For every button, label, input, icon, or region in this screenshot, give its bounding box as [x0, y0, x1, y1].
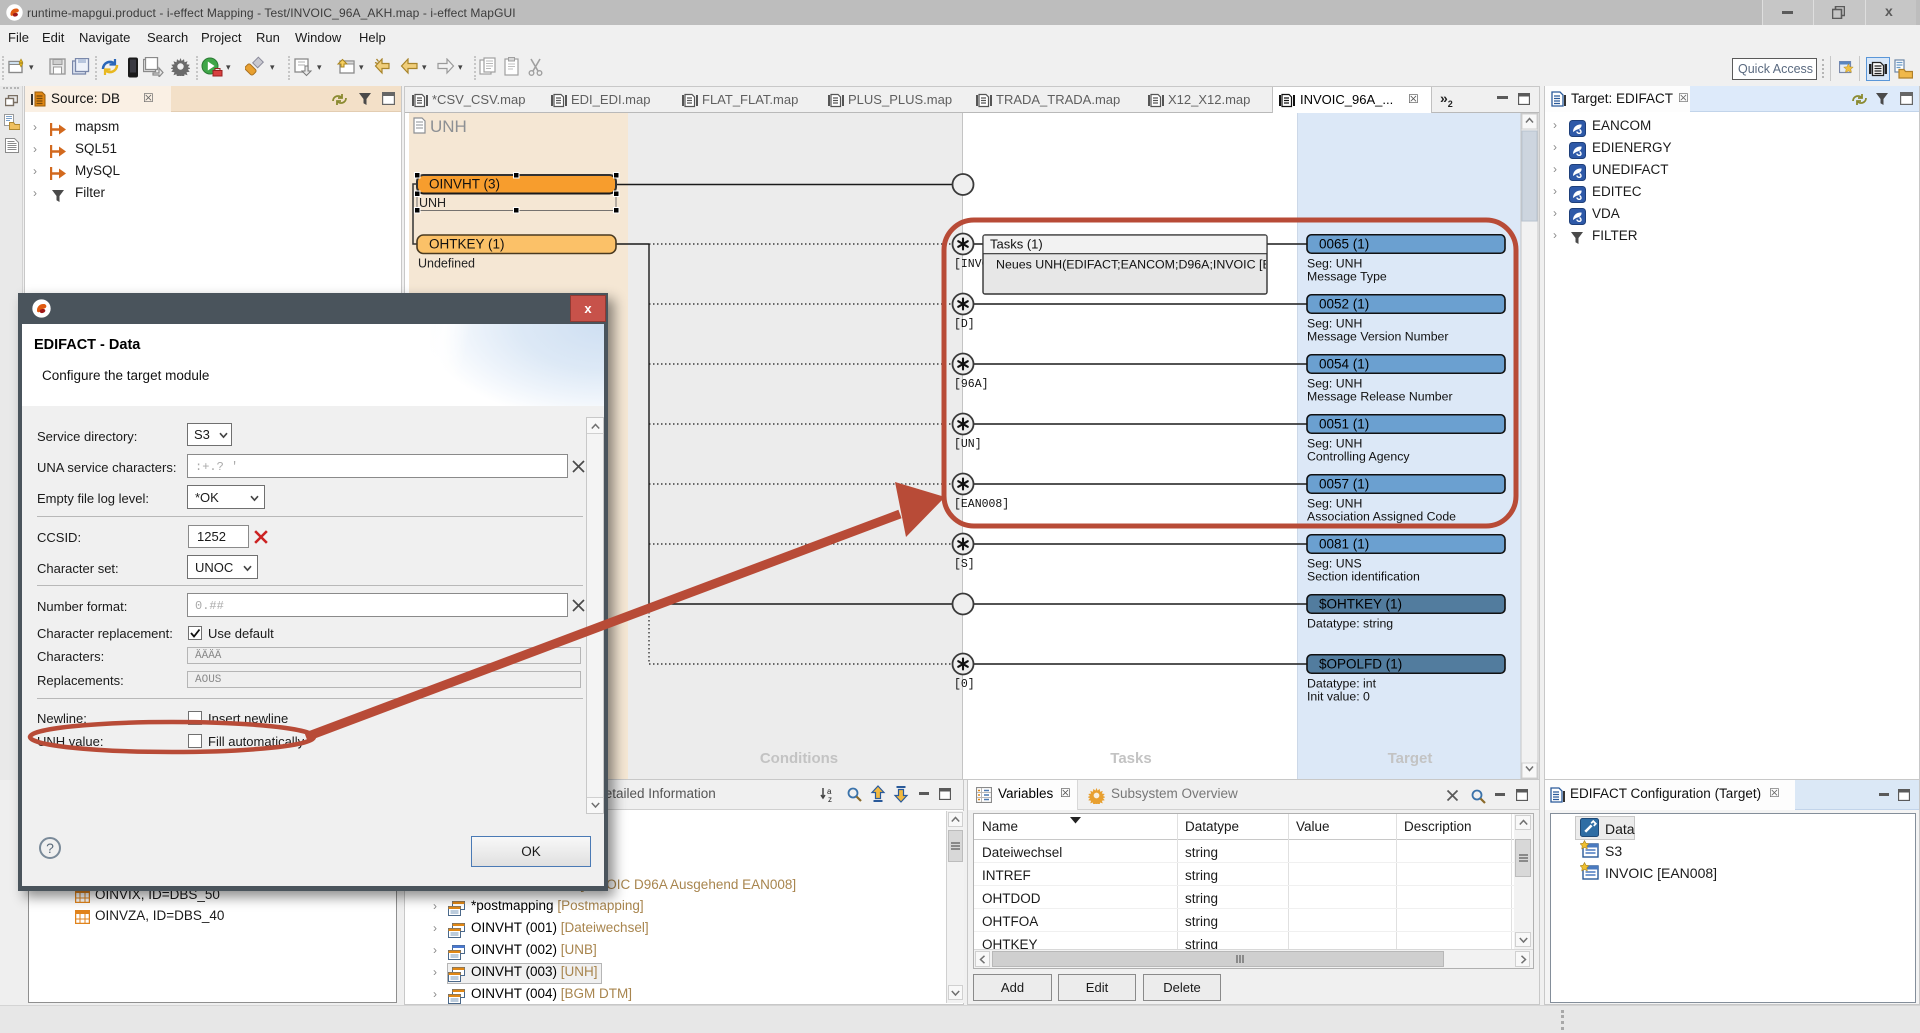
svg-text:Controlling Agency: Controlling Agency: [1307, 450, 1410, 464]
svg-text:Init value: 0: Init value: 0: [1307, 690, 1370, 704]
svg-text:[UN]: [UN]: [954, 438, 982, 451]
svg-text:0057 (1): 0057 (1): [1319, 477, 1369, 492]
svg-text:Message Type: Message Type: [1307, 270, 1387, 284]
svg-text:Conditions: Conditions: [760, 750, 838, 767]
svg-text:Message Version Number: Message Version Number: [1307, 330, 1448, 344]
svg-text:Seg: UNH: Seg: UNH: [1307, 377, 1362, 391]
svg-text:Datatype: int: Datatype: int: [1307, 677, 1377, 691]
svg-text:Undefined: Undefined: [418, 257, 475, 271]
svg-text:Seg: UNH: Seg: UNH: [1307, 257, 1362, 271]
svg-text:Datatype: string: Datatype: string: [1307, 617, 1393, 631]
svg-text:Seg: UNH: Seg: UNH: [1307, 437, 1362, 451]
svg-text:Neues UNH(EDIFACT;EANCOM;D96A;: Neues UNH(EDIFACT;EANCOM;D96A;INVOIC [EA…: [996, 258, 1295, 272]
svg-text:0065 (1): 0065 (1): [1319, 237, 1369, 252]
svg-text:0081 (1): 0081 (1): [1319, 537, 1369, 552]
svg-text:[S]: [S]: [954, 558, 975, 571]
svg-text:0054 (1): 0054 (1): [1319, 357, 1369, 372]
svg-text:[EAN008]: [EAN008]: [954, 498, 1009, 511]
svg-text:Tasks: Tasks: [1110, 750, 1151, 767]
svg-text:0051 (1): 0051 (1): [1319, 417, 1369, 432]
svg-text:Target: Target: [1388, 750, 1433, 767]
svg-text:UNH: UNH: [430, 117, 467, 136]
svg-text:UNH: UNH: [419, 196, 446, 210]
svg-text:OINVHT (3): OINVHT (3): [429, 177, 500, 192]
svg-text:z: z: [828, 795, 832, 803]
svg-text:Tasks (1): Tasks (1): [990, 237, 1043, 252]
svg-text:Section identification: Section identification: [1307, 570, 1420, 584]
svg-text:[0]: [0]: [954, 678, 975, 691]
svg-text:Seg: UNS: Seg: UNS: [1307, 557, 1362, 571]
svg-text:$OPOLFD (1): $OPOLFD (1): [1319, 657, 1402, 672]
svg-text:Seg: UNH: Seg: UNH: [1307, 497, 1362, 511]
svg-text:$OHTKEY (1): $OHTKEY (1): [1319, 597, 1402, 612]
svg-text:OHTKEY (1): OHTKEY (1): [429, 237, 505, 252]
svg-text:[D]: [D]: [954, 318, 975, 331]
svg-text:Message Release Number: Message Release Number: [1307, 390, 1453, 404]
svg-text:Seg: UNH: Seg: UNH: [1307, 317, 1362, 331]
svg-text:Association Assigned Code: Association Assigned Code: [1307, 510, 1456, 524]
svg-text:0052 (1): 0052 (1): [1319, 297, 1369, 312]
svg-text:[96A]: [96A]: [954, 378, 989, 391]
